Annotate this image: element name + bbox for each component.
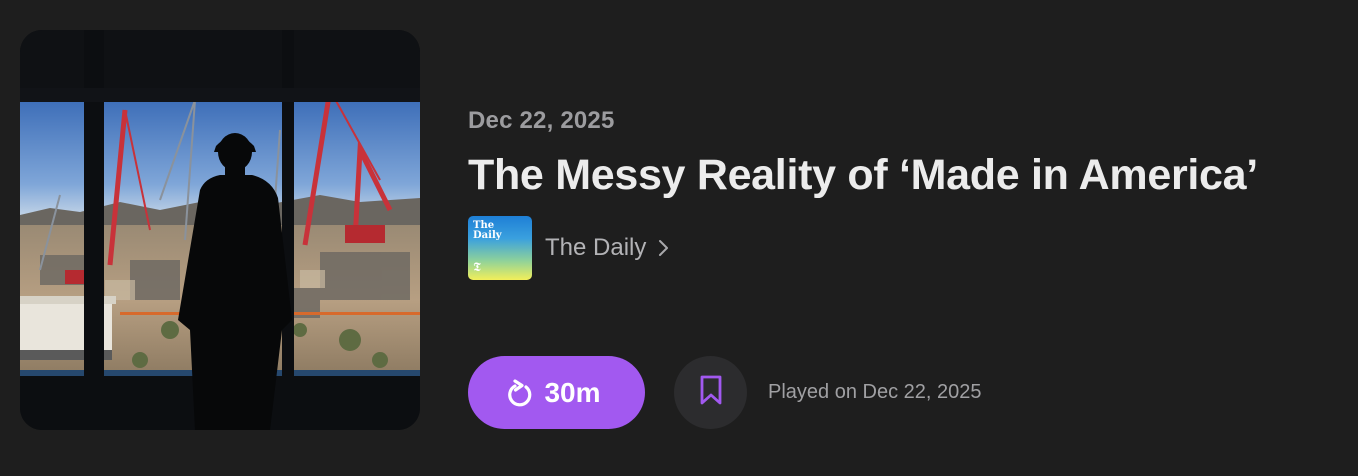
episode-page: Dec 22, 2025 The Messy Reality of ‘Made …: [0, 0, 1358, 476]
show-artwork: The Daily 𝕿: [468, 216, 532, 280]
show-name: The Daily: [545, 234, 647, 261]
replay-icon: [506, 378, 534, 408]
bookmark-button[interactable]: [674, 356, 747, 429]
play-button[interactable]: 30m: [468, 356, 645, 429]
episode-actions: 30m Played on Dec 22, 2025: [468, 356, 982, 429]
episode-artwork: [20, 30, 420, 430]
bookmark-icon: [699, 374, 723, 411]
show-artwork-text: The Daily: [473, 220, 502, 241]
nyt-logo-icon: 𝕿: [473, 260, 481, 275]
play-duration: 30m: [544, 376, 601, 408]
episode-title: The Messy Reality of ‘Made in America’: [468, 151, 1258, 199]
episode-date: Dec 22, 2025: [468, 107, 615, 134]
played-status: Played on Dec 22, 2025: [768, 381, 982, 403]
show-link[interactable]: The Daily 𝕿 The Daily: [468, 216, 1338, 280]
chevron-right-icon: [658, 239, 670, 257]
episode-info: Dec 22, 2025 The Messy Reality of ‘Made …: [468, 100, 1338, 280]
